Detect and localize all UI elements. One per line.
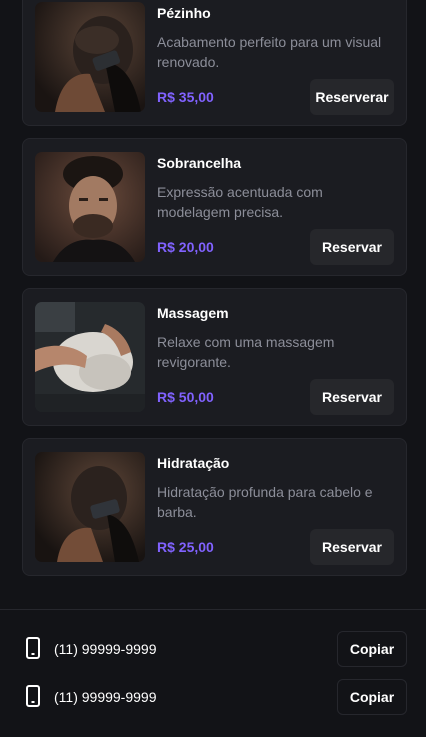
barbershop-services-page: Pézinho Acabamento perfeito para um visu… bbox=[0, 0, 426, 737]
section-divider bbox=[0, 609, 426, 610]
service-image-hidratacao bbox=[35, 452, 145, 562]
smartphone-icon bbox=[26, 637, 40, 659]
service-description: Expressão acentuada com modelagem precis… bbox=[157, 184, 323, 220]
contact-row: (11) 99999-9999 Copiar bbox=[22, 679, 407, 715]
service-title: Massagem bbox=[157, 305, 229, 321]
reserve-button[interactable]: Reservar bbox=[310, 529, 394, 565]
service-title: Pézinho bbox=[157, 5, 211, 21]
copy-phone-button[interactable]: Copiar bbox=[337, 631, 407, 667]
service-card: Sobrancelha Expressão acentuada com mode… bbox=[22, 138, 407, 276]
service-price: R$ 25,00 bbox=[157, 539, 214, 555]
service-card: Pézinho Acabamento perfeito para um visu… bbox=[22, 0, 407, 126]
service-title: Sobrancelha bbox=[157, 155, 242, 171]
reserve-button[interactable]: Reservar bbox=[310, 229, 394, 265]
service-price: R$ 35,00 bbox=[157, 89, 214, 105]
services-list: Pézinho Acabamento perfeito para um visu… bbox=[22, 0, 407, 588]
reserve-button[interactable]: Reservar bbox=[310, 379, 394, 415]
service-description: Relaxe com uma massagem revigorante. bbox=[157, 334, 335, 370]
service-price: R$ 20,00 bbox=[157, 239, 214, 255]
phone-number: (11) 99999-9999 bbox=[54, 641, 157, 657]
smartphone-icon bbox=[26, 685, 40, 707]
service-title: Hidratação bbox=[157, 455, 230, 471]
service-card: Massagem Relaxe com uma massagem revigor… bbox=[22, 288, 407, 426]
copy-phone-button[interactable]: Copiar bbox=[337, 679, 407, 715]
contact-row: (11) 99999-9999 Copiar bbox=[22, 631, 407, 667]
service-image-pezinho bbox=[35, 2, 145, 112]
service-image-sobrancelha bbox=[35, 152, 145, 262]
service-price: R$ 50,00 bbox=[157, 389, 214, 405]
reserve-button[interactable]: Reserverar bbox=[310, 79, 394, 115]
service-card: Hidratação Hidratação profunda para cabe… bbox=[22, 438, 407, 576]
service-description: Hidratação profunda para cabelo e barba. bbox=[157, 484, 373, 520]
service-description: Acabamento perfeito para um visual renov… bbox=[157, 34, 382, 70]
phone-number: (11) 99999-9999 bbox=[54, 689, 157, 705]
service-image-massagem bbox=[35, 302, 145, 412]
